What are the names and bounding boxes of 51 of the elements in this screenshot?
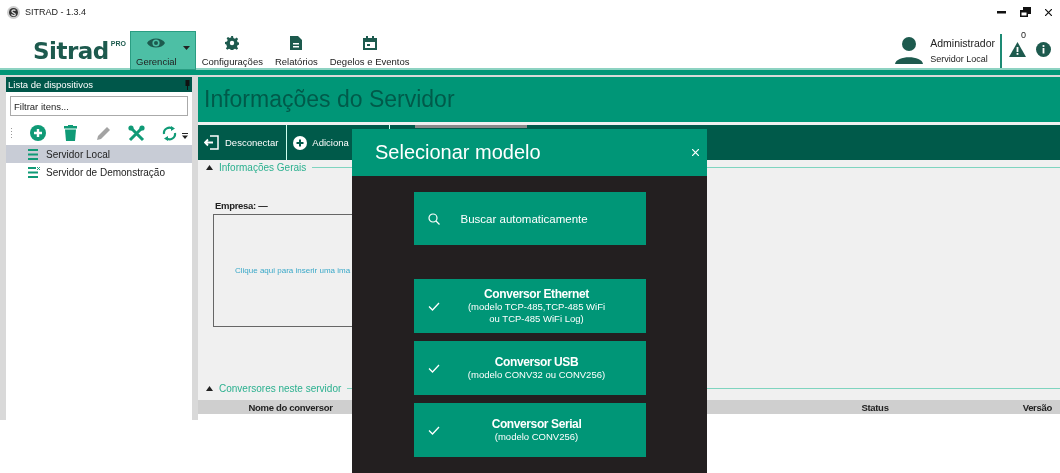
user-name: Administrador xyxy=(930,37,995,49)
gear-icon xyxy=(225,36,240,50)
close-icon[interactable] xyxy=(1045,8,1052,16)
company-label: Empresa: — xyxy=(215,200,269,211)
check-icon xyxy=(427,363,440,373)
add-icon[interactable] xyxy=(29,125,46,141)
panel-title: Lista de dispositivos xyxy=(8,79,94,90)
search-button[interactable]: Buscar automaticamente xyxy=(413,192,646,245)
server-list-icon xyxy=(28,166,40,178)
calendar-icon xyxy=(362,36,377,50)
app-logo: Sitrad xyxy=(33,38,109,64)
page-title: Informações do Servidor xyxy=(204,86,455,113)
ribbon-tab[interactable]: Degelos e Eventos xyxy=(323,31,416,70)
server-name: Servidor Local xyxy=(930,54,989,64)
model-option[interactable]: Conversor Ethernet (modelo TCP-485,TCP-485 WiFi ou TCP-485 WiFi Log) xyxy=(413,279,646,333)
trash-icon[interactable] xyxy=(64,125,77,141)
tools-icon[interactable] xyxy=(128,124,145,142)
collapse-icon[interactable] xyxy=(206,386,213,391)
server-list-icon xyxy=(28,148,40,160)
filter-field[interactable]: Filtrar itens... xyxy=(10,96,188,116)
check-icon xyxy=(427,301,440,311)
column-header: Nome do conversor xyxy=(247,401,334,413)
restore-icon[interactable] xyxy=(1020,7,1031,17)
ribbon-tab[interactable]: Relatórios xyxy=(268,31,324,70)
column-header: Versão xyxy=(1021,401,1053,413)
collapse-icon[interactable] xyxy=(206,165,213,170)
user-icon xyxy=(895,37,924,64)
warning-icon[interactable] xyxy=(1009,42,1026,57)
document-icon xyxy=(290,36,303,50)
app-icon xyxy=(7,5,20,19)
sync-icon[interactable] xyxy=(162,124,177,142)
window-title: SITRAD - 1.3.4 xyxy=(25,7,87,17)
eye-icon xyxy=(146,36,167,50)
model-option[interactable]: Conversor Serial (modelo CONV256) xyxy=(413,403,646,457)
ribbon-tab[interactable]: Gerencial xyxy=(130,31,196,70)
info-icon[interactable] xyxy=(1036,42,1051,57)
exit-icon xyxy=(204,135,220,150)
overflow-icon[interactable] xyxy=(182,133,188,139)
model-option[interactable]: Conversor USB (modelo CONV32 ou CONV256) xyxy=(413,341,646,395)
minimize-icon[interactable] xyxy=(997,10,1006,14)
tree-item[interactable]: Servidor de Demonstração xyxy=(6,163,192,181)
tree-item[interactable]: Servidor Local xyxy=(6,145,192,163)
add-icon xyxy=(293,135,308,150)
ribbon-tab[interactable]: Configurações xyxy=(195,31,269,70)
dropdown-caret-icon[interactable] xyxy=(182,46,190,50)
column-header: Status xyxy=(860,401,890,413)
check-icon xyxy=(427,425,440,435)
alert-count: 0 xyxy=(1021,30,1026,42)
search-icon xyxy=(427,212,440,225)
section-heading: Conversores neste servidor xyxy=(219,383,342,394)
section-heading: Informações Gerais xyxy=(219,162,307,173)
